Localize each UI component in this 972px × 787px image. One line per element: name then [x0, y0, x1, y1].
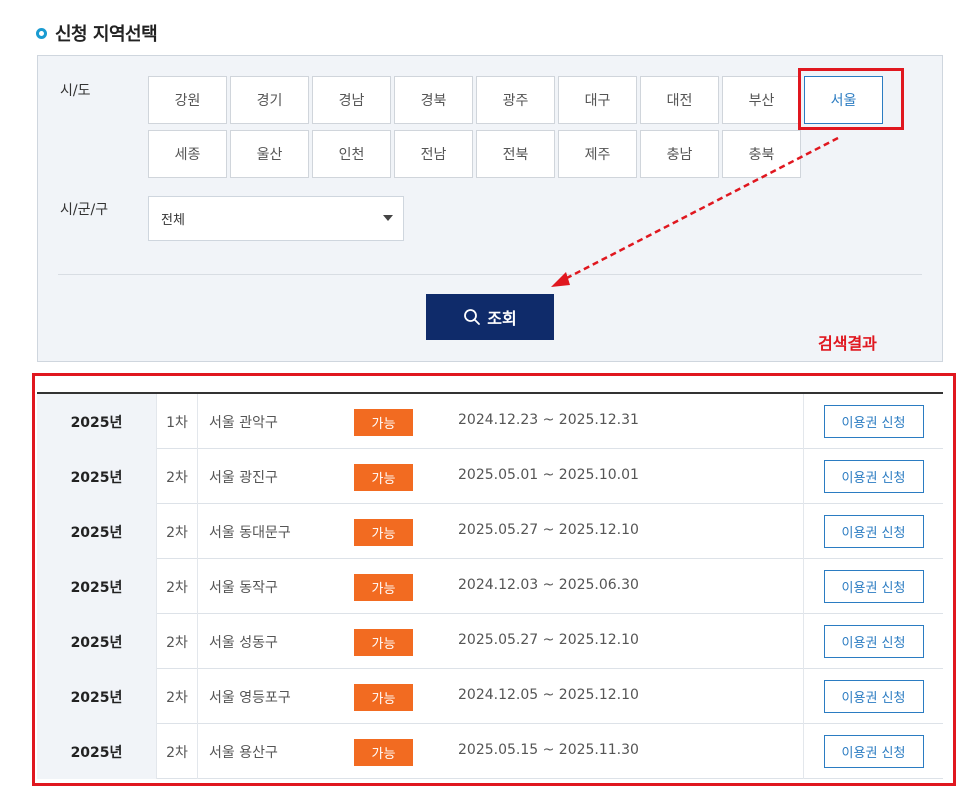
region-button-gwangju[interactable]: 광주	[476, 76, 555, 124]
district-select-value: 전체	[161, 213, 185, 228]
region-button-daegu[interactable]: 대구	[558, 76, 637, 124]
results-annotation-label: 검색결과	[818, 334, 877, 353]
region-button-busan[interactable]: 부산	[722, 76, 801, 124]
region-button-gyeongnam[interactable]: 경남	[312, 76, 391, 124]
region-button-ulsan[interactable]: 울산	[230, 130, 309, 178]
region-button-daejeon[interactable]: 대전	[640, 76, 719, 124]
sigungu-label: 시/군/구	[60, 202, 109, 218]
circle-bullet-icon	[36, 27, 47, 39]
region-button-chungnam[interactable]: 충남	[640, 130, 719, 178]
region-button-jeonnam[interactable]: 전남	[394, 130, 473, 178]
seoul-highlight-box	[798, 68, 904, 130]
region-button-jeju[interactable]: 제주	[558, 130, 637, 178]
search-button[interactable]: 조회	[426, 294, 554, 340]
region-button-jeonbuk[interactable]: 전북	[476, 130, 555, 178]
region-button-gyeongbuk[interactable]: 경북	[394, 76, 473, 124]
region-button-sejong[interactable]: 세종	[148, 130, 227, 178]
page-title: 신청 지역선택	[55, 24, 158, 45]
district-select[interactable]: 전체	[148, 196, 404, 241]
search-icon	[464, 309, 481, 325]
region-button-incheon[interactable]: 인천	[312, 130, 391, 178]
sido-label: 시/도	[60, 83, 91, 99]
region-button-gangwon[interactable]: 강원	[148, 76, 227, 124]
region-button-chungbuk[interactable]: 충북	[722, 130, 801, 178]
caret-down-icon	[383, 215, 393, 221]
search-button-label: 조회	[487, 309, 517, 328]
section-header: 신청 지역선택	[36, 20, 158, 46]
divider	[58, 274, 922, 275]
results-highlight-frame	[32, 373, 956, 786]
region-button-gyeonggi[interactable]: 경기	[230, 76, 309, 124]
